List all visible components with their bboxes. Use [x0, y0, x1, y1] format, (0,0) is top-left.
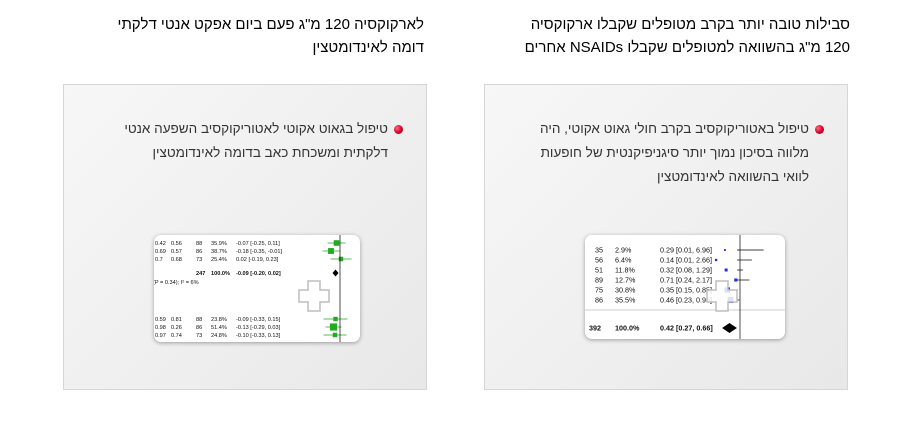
top-row-a: 0.42	[155, 241, 166, 247]
bottom-row-a: 0.98	[155, 325, 166, 331]
right-heading-line-2: 120 מ"ג בהשוואה למטופלים שקבלו NSAIDs אח…	[524, 39, 850, 56]
left-forest-thumbnail[interactable]: 0.42 0.56 88 35.9% -0.07 [-0.25, 0.11] 0.69 0.…	[154, 235, 360, 342]
row-weight: 2.9%	[615, 246, 632, 255]
top-row-b: 0.57	[171, 249, 182, 255]
left-panel: טיפול בגאוט אקוטי לאטוריקוקסיב השפעה אנט…	[63, 84, 427, 390]
bottom-row-a: 0.59	[155, 317, 166, 323]
point-estimate	[714, 258, 718, 262]
row-weight: 30.8%	[615, 286, 636, 295]
point-estimate	[329, 323, 338, 331]
left-bullet-text: טיפול בגאוט אקוטי לאטוריקוקסיב השפעה אנט…	[84, 117, 388, 165]
right-bullet-line-3: לוואי בהשוואה לאינדומטצין	[656, 169, 809, 184]
row-weight: 35.5%	[615, 296, 636, 305]
total-n: 247	[196, 271, 205, 277]
row-ci: 0.29 [0.01, 6.96]	[660, 246, 712, 255]
right-bullet-icon	[815, 125, 824, 134]
top-row-n: 86	[196, 249, 202, 255]
bottom-row-ci: -0.09 [-0.33, 0.15]	[236, 317, 281, 323]
bottom-row-ci: -0.10 [-0.33, 0.13]	[236, 333, 281, 339]
summary-diamond	[332, 269, 339, 277]
row-n: 51	[595, 266, 603, 275]
row-ci: 0.32 [0.08, 1.29]	[660, 266, 712, 275]
row-n: 89	[595, 276, 603, 285]
bottom-row-b: 0.81	[171, 317, 182, 323]
point-estimate	[333, 240, 340, 246]
summary-diamond	[722, 323, 737, 333]
bottom-row-b: 0.74	[171, 333, 182, 339]
right-bullet-line-2: מלווה בסיכון נמוך יותר סיגניפיקנטית של ח…	[540, 145, 809, 160]
row-n: 35	[595, 246, 603, 255]
left-forest-plot: 0.42 0.56 88 35.9% -0.07 [-0.25, 0.11] 0.69 0.…	[154, 235, 352, 342]
heterogeneity-text: (P = 0.34); I² = 6%	[154, 280, 199, 286]
top-row-a: 0.7	[155, 257, 163, 263]
right-heading-line-1: סבילות טובה יותר בקרב מטופלים שקבלו ארקו…	[530, 16, 850, 33]
point-estimate	[734, 278, 738, 282]
total-weight: 100.0%	[615, 324, 640, 333]
bottom-row-n: 88	[196, 317, 202, 323]
left-heading-line-2: דומה לאינדומטצין	[312, 39, 424, 56]
top-row-weight: 38.7%	[211, 249, 227, 255]
row-n: 86	[595, 296, 603, 305]
row-weight: 11.8%	[615, 266, 635, 275]
point-estimate	[724, 268, 728, 272]
right-bullet-line-1: טיפול באטוריקוקסיב בקרב חולי גאוט אקוטי,…	[540, 121, 809, 136]
total-ci: 0.42 [0.27, 0.66]	[660, 324, 713, 333]
top-row-weight: 35.9%	[211, 241, 227, 247]
bottom-row-weight: 24.8%	[211, 333, 227, 339]
left-heading: לארקוקסיה 120 מ"ג פעם ביום אפקט אנטי דלק…	[60, 13, 424, 59]
point-estimate	[338, 256, 344, 262]
top-row-weight: 25.4%	[211, 257, 227, 263]
row-ci: 0.71 [0.24, 2.17]	[660, 276, 712, 285]
bottom-row-a: 0.97	[155, 333, 166, 339]
total-ci: -0.09 [-0.20, 0.02]	[236, 271, 281, 277]
top-row-n: 88	[196, 241, 202, 247]
row-n: 56	[595, 256, 603, 265]
bottom-row-weight: 51.4%	[211, 325, 227, 331]
bottom-row-n: 86	[196, 325, 202, 331]
left-bullet-line-1: טיפול בגאוט אקוטי לאטוריקוקסיב השפעה אנט…	[124, 121, 388, 136]
left-bullet-line-2: דלקתית ומשכחת כאב בדומה לאינדומטצין	[152, 145, 388, 160]
top-row-a: 0.69	[155, 249, 166, 255]
top-row-n: 73	[196, 257, 202, 263]
left-heading-line-1: לארקוקסיה 120 מ"ג פעם ביום אפקט אנטי דלק…	[117, 16, 424, 33]
bottom-row-b: 0.26	[171, 325, 182, 331]
top-row-ci: 0.02 [-0.19, 0.23]	[236, 257, 279, 263]
total-weight: 100.0%	[211, 271, 230, 277]
top-row-b: 0.68	[171, 257, 182, 263]
magnifier-plus-icon	[298, 280, 330, 312]
top-row-b: 0.56	[171, 241, 182, 247]
row-n: 75	[595, 286, 603, 295]
row-weight: 12.7%	[615, 276, 636, 285]
bottom-row-ci: -0.13 [-0.29, 0.03]	[236, 325, 281, 331]
row-ci: 0.46 [0.23, 0.95]	[660, 296, 712, 305]
top-row-ci: -0.18 [-0.35, -0.01]	[236, 249, 282, 255]
point-estimate	[332, 332, 338, 338]
right-bullet-text: טיפול באטוריקוקסיב בקרב חולי גאוט אקוטי,…	[505, 117, 809, 189]
right-heading: סבילות טובה יותר בקרב מטופלים שקבלו ארקו…	[478, 13, 850, 59]
point-estimate	[328, 248, 334, 254]
right-forest-plot: 35 2.9% 0.29 [0.01, 6.96] 56 6.4% 0.14 [0.01,…	[585, 235, 785, 339]
point-estimate	[333, 316, 338, 322]
left-bullet-icon	[394, 125, 403, 134]
row-ci: 0.35 [0.15, 0.85]	[660, 286, 712, 295]
right-panel: טיפול באטוריקוקסיב בקרב חולי גאוט אקוטי,…	[484, 84, 848, 390]
total-n: 392	[589, 324, 601, 333]
row-weight: 6.4%	[615, 256, 632, 265]
bottom-row-weight: 23.8%	[211, 317, 227, 323]
right-forest-thumbnail[interactable]: 35 2.9% 0.29 [0.01, 6.96] 56 6.4% 0.14 [0.01,…	[585, 235, 785, 339]
point-estimate	[724, 249, 726, 251]
row-ci: 0.14 [0.01, 2.66]	[660, 256, 712, 265]
top-row-ci: -0.07 [-0.25, 0.11]	[236, 241, 280, 247]
bottom-row-n: 73	[196, 333, 202, 339]
